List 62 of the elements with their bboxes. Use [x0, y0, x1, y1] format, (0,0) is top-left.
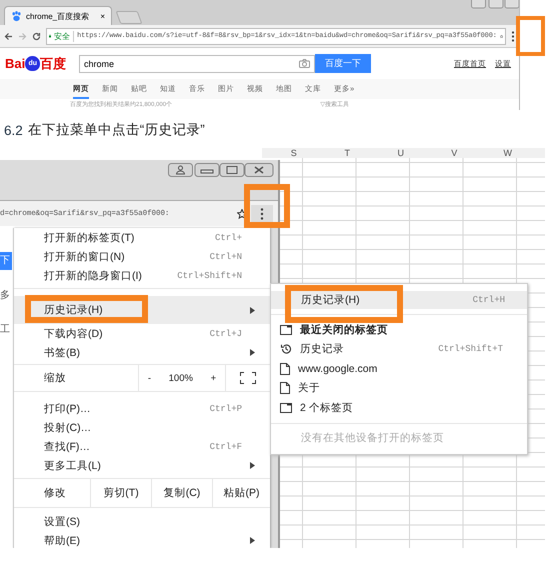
star-icon[interactable]	[237, 209, 247, 219]
highlight-frame	[244, 184, 290, 228]
zoom-level: 100%	[168, 372, 193, 384]
column-header: W	[502, 148, 513, 158]
history-entry[interactable]: 关于	[298, 381, 503, 396]
camera-icon[interactable]	[299, 59, 310, 68]
column-header: T	[344, 148, 351, 158]
history-entry[interactable]: 2 个标签页	[300, 400, 503, 415]
highlight-frame	[516, 16, 545, 56]
step-number: 6.2	[4, 122, 23, 138]
history-entry[interactable]: www.google.com	[298, 362, 503, 375]
favicon-icon	[11, 10, 22, 22]
menu-item[interactable]: 打开新的窗口(N) Ctrl+N	[14, 247, 270, 266]
no-devices-note: 没有在其他设备打开的标签页	[300, 430, 445, 446]
zoom-in-button[interactable]: +	[210, 372, 216, 384]
menu-item[interactable]: 设置(S)	[14, 512, 270, 531]
fullscreen-icon[interactable]	[240, 372, 256, 384]
window-controls-drawing[interactable]	[168, 163, 274, 177]
page-icon	[280, 382, 290, 394]
edit-button[interactable]: 粘贴(P)	[212, 479, 270, 507]
search-button[interactable]: 百度一下	[315, 54, 371, 73]
submenu-arrow-icon	[250, 306, 255, 314]
submenu-arrow-icon	[250, 537, 255, 544]
edit-button[interactable]: 复制(C)	[151, 479, 212, 507]
tab-icon	[280, 402, 292, 413]
browser-tab[interactable]: chrome_百度搜索 ×	[4, 6, 112, 25]
menu-icon	[260, 208, 264, 220]
tab-icon	[280, 324, 292, 335]
zoom-label: 缩放	[43, 371, 67, 385]
history-entry[interactable]: 历史记录	[300, 342, 430, 356]
menu-button[interactable]	[251, 205, 273, 223]
menu-item[interactable]: 查找(F)… Ctrl+F	[14, 437, 270, 456]
page-text: 多	[0, 290, 10, 302]
column-header: S	[290, 148, 298, 158]
shortcut-label: Ctrl+Shift+T	[438, 344, 503, 354]
submenu-arrow-icon	[250, 462, 255, 469]
column-header: V	[450, 148, 458, 158]
edit-button[interactable]: 剪切(T)	[90, 479, 151, 507]
menu-item[interactable]: 打印(P)… Ctrl+P	[14, 399, 270, 418]
close-icon[interactable]: ×	[100, 12, 105, 20]
page-icon	[280, 362, 290, 375]
submenu-arrow-icon	[250, 349, 255, 356]
lock-icon	[49, 32, 52, 40]
back-icon[interactable]	[4, 32, 13, 40]
step-instruction: 在下拉菜单中点击“历史记录”	[28, 121, 205, 139]
menu-item[interactable]: 打开新的隐身窗口(I) Ctrl+Shift+N	[14, 266, 270, 285]
menu-item[interactable]: 帮助(E)	[14, 531, 270, 548]
search-button[interactable]: 下	[0, 252, 12, 270]
reload-icon[interactable]	[32, 32, 41, 40]
edit-label: 修改	[43, 486, 67, 500]
page-text: 工	[0, 324, 10, 336]
menu-item[interactable]: 下载内容(D) Ctrl+J	[14, 324, 270, 343]
history-entry[interactable]: 最近关闭的标签页	[300, 322, 503, 337]
menu-item[interactable]: 更多工具(L)	[14, 456, 270, 475]
menu-item[interactable]: 历史记录(H) Ctrl+H	[271, 291, 527, 309]
menu-item[interactable]: 书签(B)	[14, 343, 270, 362]
column-header: U	[396, 148, 405, 158]
menu-icon[interactable]	[511, 30, 515, 42]
menu-item[interactable]: 投射(C)…	[14, 418, 270, 437]
menu-item[interactable]: 打开新的标签页(T) Ctrl+	[14, 228, 270, 247]
history-icon	[280, 343, 292, 356]
search-field[interactable]: chrome	[79, 54, 315, 72]
